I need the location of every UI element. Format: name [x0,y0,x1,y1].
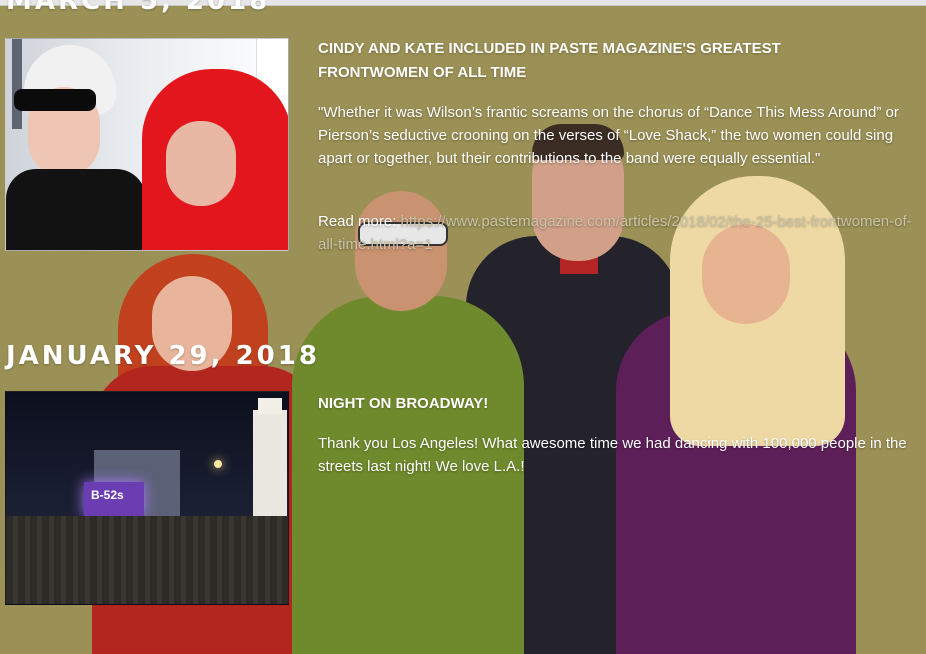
thumb-sunglasses [14,89,96,111]
post-date: MARCH 5, 2018 [6,0,271,16]
thumb-city-hall-tower [253,410,287,520]
post-body: "Whether it was Wilson’s frantic screams… [318,104,899,167]
thumb-woman-coat [6,169,146,250]
post-date: JANUARY 29, 2018 [6,341,320,371]
thumb-street-light [214,460,222,468]
thumb-crowd [6,516,288,604]
thumb-stage-sign: B-52s [91,488,124,502]
thumb-tower-top [258,398,282,414]
thumb-stage-pole [12,39,22,129]
read-more-label: Read more: [318,213,397,230]
read-more: Read more: https://www.pastemagazine.com… [318,210,918,256]
post-thumbnail[interactable] [5,38,289,251]
read-more-link[interactable]: https://www.pastemagazine.com/articles/2… [318,213,912,253]
post-title[interactable]: CINDY AND KATE INCLUDED IN PASTE MAGAZIN… [318,37,878,85]
thumb-red-hair-face [166,121,236,206]
post-thumbnail[interactable]: B-52s [5,391,289,605]
post-body: Thank you Los Angeles! What awesome time… [318,435,907,475]
post-title[interactable]: NIGHT ON BROADWAY! [318,392,488,416]
